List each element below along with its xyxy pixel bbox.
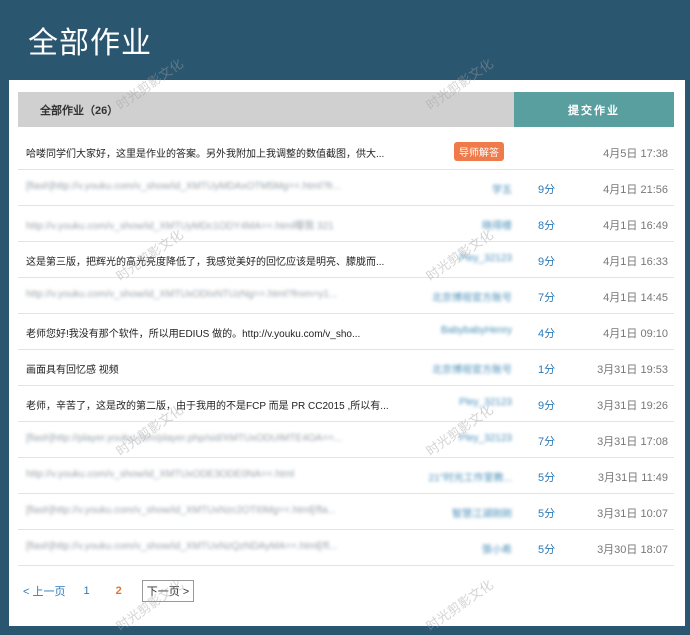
homework-title[interactable]: http://v.youku.com/v_show/id_XMTUxODIxNT… (26, 289, 406, 300)
prev-page-link[interactable]: < 上一页 (23, 583, 65, 599)
homework-title[interactable]: [flash]http://v.youku.com/v_show/id_XMTU… (26, 181, 406, 192)
homework-time: 4月1日 09:10 (603, 328, 668, 340)
homework-time: 3月31日 11:49 (597, 472, 668, 484)
homework-score: 5分 (538, 508, 556, 520)
homework-title[interactable]: 这是第三版，把辉光的高光亮度降低了，我感觉美好的回忆应该是明亮、朦胧而... (26, 253, 406, 268)
homework-row[interactable]: http://v.youku.com/v_show/id_XMTUxODE3OD… (18, 458, 674, 494)
submit-homework-button[interactable]: 提交作业 (514, 92, 674, 127)
homework-time: 3月31日 17:08 (597, 436, 668, 448)
homework-row[interactable]: 哈喽同学们大家好，这里是作业的答案。另外我附加上我调整的数值截图，供大... 导师… (18, 134, 674, 170)
homework-score: 5分 (538, 472, 556, 484)
homework-score: 9分 (538, 400, 556, 412)
homework-title[interactable]: [flash]http://player.youku.com/player.ph… (26, 433, 406, 444)
homework-title[interactable]: 老师您好!我没有那个软件，所以用EDIUS 做的。http://v.youku.… (26, 325, 406, 340)
homework-title[interactable]: 画面具有回忆感 视频 (26, 361, 406, 376)
homework-score: 4分 (538, 328, 556, 340)
homework-author[interactable]: Pley_32123 (418, 433, 512, 444)
homework-list: 哈喽同学们大家好，这里是作业的答案。另外我附加上我调整的数值截图，供大... 导师… (18, 134, 674, 566)
homework-author[interactable]: BabybabyHenry (418, 325, 512, 336)
homework-author[interactable]: 学五 (418, 181, 512, 196)
mentor-answer-badge: 导师解答 (454, 142, 504, 161)
next-page-button[interactable]: 下一页 > (141, 580, 195, 602)
homework-author[interactable]: 21°时光工作室教... (418, 469, 512, 484)
homework-score: 5分 (538, 544, 556, 556)
homework-time: 3月30日 18:07 (597, 544, 668, 556)
homework-score: 9分 (538, 256, 556, 268)
homework-author[interactable]: 北京博视官方账号 (418, 289, 512, 304)
page-header: 全部作业 (0, 0, 690, 84)
homework-time: 3月31日 10:07 (597, 508, 668, 520)
homework-row[interactable]: 画面具有回忆感 视频 北京博视官方账号 1分 3月31日 19:53 (18, 350, 674, 386)
page-title: 全部作业 (28, 27, 152, 60)
homework-row[interactable]: http://v.youku.com/v_show/id_XMTUxODIxNT… (18, 278, 674, 314)
homework-time: 3月31日 19:26 (597, 400, 668, 412)
homework-author[interactable]: Pley_32123 (418, 397, 512, 408)
homework-time: 4月1日 16:49 (603, 220, 668, 232)
homework-row[interactable]: 老师，辛苦了，这是改的第二版，由于我用的不是FCP 而是 PR CC2015 ,… (18, 386, 674, 422)
homework-time: 4月1日 21:56 (603, 184, 668, 196)
homework-row[interactable]: http://v.youku.com/v_show/id_XMTUyMDc1OD… (18, 206, 674, 242)
homework-title[interactable]: [flash]http://v.youku.com/v_show/id_XMTU… (26, 505, 406, 516)
homework-score: 7分 (538, 436, 556, 448)
homework-row[interactable]: 老师您好!我没有那个软件，所以用EDIUS 做的。http://v.youku.… (18, 314, 674, 350)
homework-time: 3月31日 19:53 (597, 364, 668, 376)
homework-row[interactable]: [flash]http://v.youku.com/v_show/id_XMTU… (18, 530, 674, 566)
homework-score: 7分 (538, 292, 556, 304)
homework-title[interactable]: 哈喽同学们大家好，这里是作业的答案。另外我附加上我调整的数值截图，供大... (26, 145, 406, 160)
homework-title[interactable]: http://v.youku.com/v_show/id_XMTUyMDc1OD… (26, 217, 406, 232)
homework-time: 4月5日 17:38 (603, 148, 668, 160)
homework-score: 8分 (538, 220, 556, 232)
homework-panel: 全部作业（26） 提交作业 哈喽同学们大家好，这里是作业的答案。另外我附加上我调… (9, 80, 685, 626)
page-2-current: 2 (115, 585, 122, 597)
homework-title[interactable]: http://v.youku.com/v_show/id_XMTUxODE3OD… (26, 469, 406, 480)
homework-author[interactable]: 張小希 (418, 541, 512, 556)
homework-score: 1分 (538, 364, 556, 376)
pagination: < 上一页 1 2 下一页 > (23, 580, 195, 602)
homework-time: 4月1日 14:45 (603, 292, 668, 304)
tab-bar: 全部作业（26） 提交作业 (18, 92, 674, 127)
homework-author[interactable]: 晓得楼 (418, 217, 512, 232)
homework-row[interactable]: [flash]http://player.youku.com/player.ph… (18, 422, 674, 458)
homework-score: 9分 (538, 184, 556, 196)
homework-row[interactable]: [flash]http://v.youku.com/v_show/id_XMTU… (18, 170, 674, 206)
homework-time: 4月1日 16:33 (603, 256, 668, 268)
homework-author[interactable]: Pley_32123 (418, 253, 512, 264)
homework-author[interactable]: 智慧江湖刚刚 (418, 505, 512, 520)
homework-author[interactable]: 北京博视官方账号 (418, 361, 512, 376)
homework-row[interactable]: 这是第三版，把辉光的高光亮度降低了，我感觉美好的回忆应该是明亮、朦胧而... Pl… (18, 242, 674, 278)
homework-row[interactable]: [flash]http://v.youku.com/v_show/id_XMTU… (18, 494, 674, 530)
page-1-link[interactable]: 1 (83, 585, 89, 597)
tab-all-homework[interactable]: 全部作业（26） (40, 102, 118, 118)
homework-title[interactable]: 老师，辛苦了，这是改的第二版，由于我用的不是FCP 而是 PR CC2015 ,… (26, 397, 406, 412)
homework-title[interactable]: [flash]http://v.youku.com/v_show/id_XMTU… (26, 541, 406, 552)
